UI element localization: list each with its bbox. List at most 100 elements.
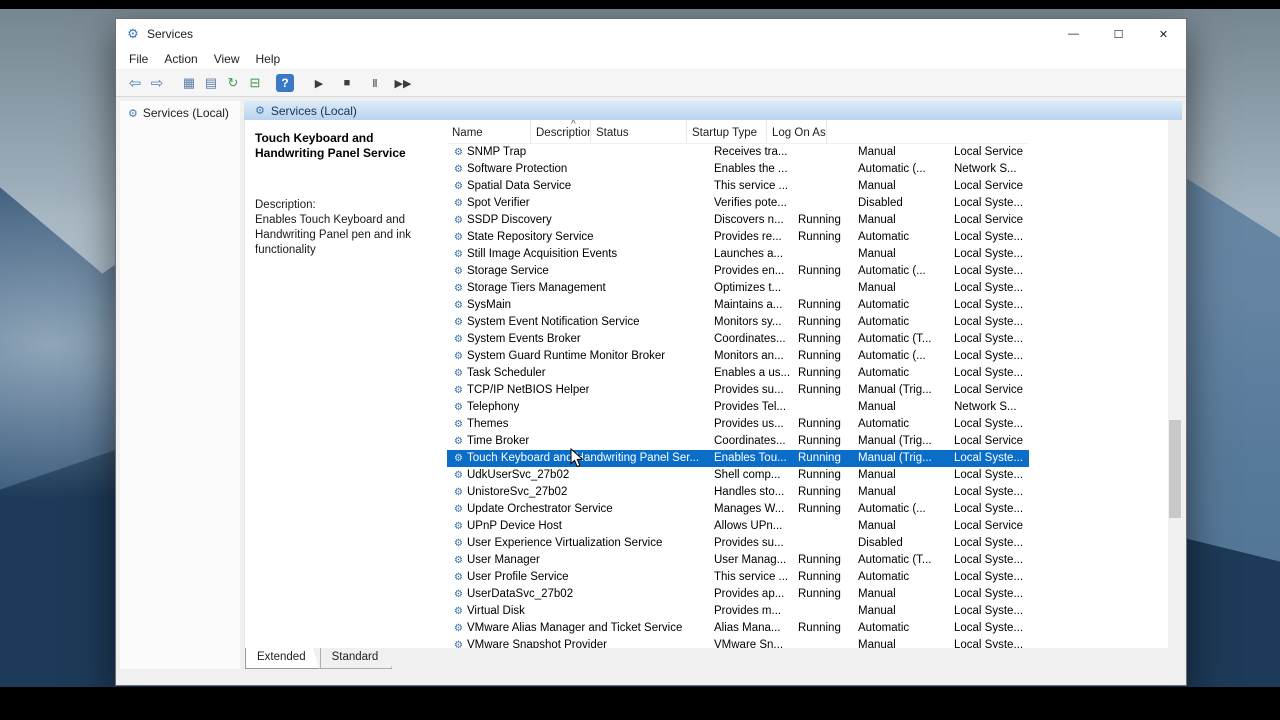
service-gear-icon: ⚙ xyxy=(454,603,463,620)
maximize-button[interactable]: ☐ xyxy=(1096,19,1141,49)
forward-button[interactable]: ⇨ xyxy=(146,72,168,94)
service-gear-icon: ⚙ xyxy=(454,331,463,348)
toolbar: ⇦⇨ ▦▤↻⊟? ▶ ■ Ⅱ ▶▶ xyxy=(116,70,1186,97)
User Experience Virtualization Service[interactable]: ⚙ User Experience Virtualization Service… xyxy=(447,535,1029,552)
Spot Verifier[interactable]: ⚙ Spot Verifier Verifies pote... Disable… xyxy=(447,195,1029,212)
col-startup-type[interactable]: Startup Type xyxy=(687,120,767,143)
UPnP Device Host[interactable]: ⚙ UPnP Device Host Allows UPn... Manual … xyxy=(447,518,1029,535)
start-service-button[interactable]: ▶ xyxy=(308,72,330,94)
UserDataSvc_27b02[interactable]: ⚙ UserDataSvc_27b02 Provides ap... Runni… xyxy=(447,586,1029,603)
System Events Broker[interactable]: ⚙ System Events Broker Coordinates... Ru… xyxy=(447,331,1029,348)
col-description[interactable]: Description xyxy=(531,120,591,143)
service-gear-icon: ⚙ xyxy=(454,280,463,297)
description-label: Description: xyxy=(255,199,441,211)
TCP/IP NetBIOS Helper[interactable]: ⚙ TCP/IP NetBIOS Helper Provides su... R… xyxy=(447,382,1029,399)
selected-service-title: Touch Keyboard and Handwriting Panel Ser… xyxy=(255,131,441,161)
properties-button[interactable]: ▤ xyxy=(200,72,222,94)
service-gear-icon: ⚙ xyxy=(454,467,463,484)
service-gear-icon: ⚙ xyxy=(454,144,463,161)
help-button[interactable]: ? xyxy=(276,74,294,92)
service-gear-icon: ⚙ xyxy=(454,195,463,212)
SSDP Discovery[interactable]: ⚙ SSDP Discovery Discovers n... Running … xyxy=(447,212,1029,229)
show-console-tree-button[interactable]: ▦ xyxy=(178,72,200,94)
menu-bar: FileActionViewHelp xyxy=(116,49,1186,70)
view-tabs: ExtendedStandard xyxy=(244,648,1182,669)
Still Image Acquisition Events[interactable]: ⚙ Still Image Acquisition Events Launche… xyxy=(447,246,1029,263)
sort-ascending-icon: ^ xyxy=(571,120,576,130)
service-gear-icon: ⚙ xyxy=(454,535,463,552)
main-pane: ⚙ Services (Local) Touch Keyboard and Ha… xyxy=(244,101,1182,669)
Task Scheduler[interactable]: ⚙ Task Scheduler Enables a us... Running… xyxy=(447,365,1029,382)
menu-file[interactable]: File xyxy=(121,50,156,68)
service-gear-icon: ⚙ xyxy=(454,178,463,195)
VMware Snapshot Provider[interactable]: ⚙ VMware Snapshot Provider VMware Sn... … xyxy=(447,637,1029,648)
close-button[interactable]: ✕ xyxy=(1141,19,1186,49)
menu-action[interactable]: Action xyxy=(156,50,205,68)
service-gear-icon: ⚙ xyxy=(454,637,463,648)
service-gear-icon: ⚙ xyxy=(454,518,463,535)
State Repository Service[interactable]: ⚙ State Repository Service Provides re..… xyxy=(447,229,1029,246)
tree-item-label: Services (Local) xyxy=(143,106,229,120)
stop-service-button[interactable]: ■ xyxy=(336,72,358,94)
Storage Service[interactable]: ⚙ Storage Service Provides en... Running… xyxy=(447,263,1029,280)
service-gear-icon: ⚙ xyxy=(454,484,463,501)
User Manager[interactable]: ⚙ User Manager User Manag... Running Aut… xyxy=(447,552,1029,569)
screen: ⚙ Services — ☐ ✕ FileActionViewHelp ⇦⇨▦▤… xyxy=(0,0,1280,720)
service-gear-icon: ⚙ xyxy=(454,586,463,603)
VMware Alias Manager and Ticket Service[interactable]: ⚙ VMware Alias Manager and Ticket Servic… xyxy=(447,620,1029,637)
col-log-on-as[interactable]: Log On As xyxy=(767,120,827,143)
Update Orchestrator Service[interactable]: ⚙ Update Orchestrator Service Manages W.… xyxy=(447,501,1029,518)
Software Protection[interactable]: ⚙ Software Protection Enables the ... Au… xyxy=(447,161,1029,178)
menu-view[interactable]: View xyxy=(206,50,248,68)
service-gear-icon: ⚙ xyxy=(454,365,463,382)
vertical-scrollbar[interactable] xyxy=(1168,120,1182,648)
scrollbar-thumb[interactable] xyxy=(1169,420,1181,518)
description-text: Enables Touch Keyboard and Handwriting P… xyxy=(255,213,427,258)
Themes[interactable]: ⚙ Themes Provides us... Running Automati… xyxy=(447,416,1029,433)
Time Broker[interactable]: ⚙ Time Broker Coordinates... Running Man… xyxy=(447,433,1029,450)
tree-item-services-local[interactable]: ⚙ Services (Local) xyxy=(120,101,240,124)
tab-standard[interactable]: Standard xyxy=(320,648,393,669)
refresh-button[interactable]: ↻ xyxy=(222,72,244,94)
console-tree-pane: ⚙ Services (Local) xyxy=(120,101,240,669)
service-gear-icon: ⚙ xyxy=(454,263,463,280)
System Guard Runtime Monitor Broker[interactable]: ⚙ System Guard Runtime Monitor Broker Mo… xyxy=(447,348,1029,365)
User Profile Service[interactable]: ⚙ User Profile Service This service ... … xyxy=(447,569,1029,586)
service-gear-icon: ⚙ xyxy=(454,569,463,586)
column-headers: ^ NameDescriptionStatusStartup TypeLog O… xyxy=(447,120,1029,144)
SysMain[interactable]: ⚙ SysMain Maintains a... Running Automat… xyxy=(447,297,1029,314)
Storage Tiers Management[interactable]: ⚙ Storage Tiers Management Optimizes t..… xyxy=(447,280,1029,297)
pause-service-button[interactable]: Ⅱ xyxy=(364,72,386,94)
letterbox-top xyxy=(0,0,1280,9)
service-gear-icon: ⚙ xyxy=(454,620,463,637)
Virtual Disk[interactable]: ⚙ Virtual Disk Provides m... Manual Loca… xyxy=(447,603,1029,620)
service-gear-icon: ⚙ xyxy=(454,212,463,229)
services-tree-icon: ⚙ xyxy=(128,107,138,120)
col-name[interactable]: Name xyxy=(447,120,531,143)
Spatial Data Service[interactable]: ⚙ Spatial Data Service This service ... … xyxy=(447,178,1029,195)
service-gear-icon: ⚙ xyxy=(454,229,463,246)
UnistoreSvc_27b02[interactable]: ⚙ UnistoreSvc_27b02 Handles sto... Runni… xyxy=(447,484,1029,501)
UdkUserSvc_27b02[interactable]: ⚙ UdkUserSvc_27b02 Shell comp... Running… xyxy=(447,467,1029,484)
export-list-button[interactable]: ⊟ xyxy=(244,72,266,94)
Touch Keyboard and Handwriting Panel Ser...[interactable]: ⚙ Touch Keyboard and Handwriting Panel S… xyxy=(447,450,1029,467)
Telephony[interactable]: ⚙ Telephony Provides Tel... Manual Netwo… xyxy=(447,399,1029,416)
detail-pane: Touch Keyboard and Handwriting Panel Ser… xyxy=(245,120,447,648)
col-status[interactable]: Status xyxy=(591,120,687,143)
pane-header-label: Services (Local) xyxy=(271,104,357,118)
window-body: ⚙ Services (Local) ⚙ Services (Local) To… xyxy=(116,97,1186,685)
service-gear-icon: ⚙ xyxy=(454,297,463,314)
minimize-button[interactable]: — xyxy=(1051,19,1096,49)
service-gear-icon: ⚙ xyxy=(454,314,463,331)
back-button[interactable]: ⇦ xyxy=(124,72,146,94)
pane-header: ⚙ Services (Local) xyxy=(244,101,1182,120)
menu-help[interactable]: Help xyxy=(248,50,289,68)
SNMP Trap[interactable]: ⚙ SNMP Trap Receives tra... Manual Local… xyxy=(447,144,1029,161)
tab-extended[interactable]: Extended xyxy=(245,648,320,669)
restart-service-button[interactable]: ▶▶ xyxy=(392,72,414,94)
extended-view: Touch Keyboard and Handwriting Panel Ser… xyxy=(244,120,1182,648)
services-app-icon: ⚙ xyxy=(125,26,141,42)
service-gear-icon: ⚙ xyxy=(454,433,463,450)
System Event Notification Service[interactable]: ⚙ System Event Notification Service Moni… xyxy=(447,314,1029,331)
service-gear-icon: ⚙ xyxy=(454,399,463,416)
